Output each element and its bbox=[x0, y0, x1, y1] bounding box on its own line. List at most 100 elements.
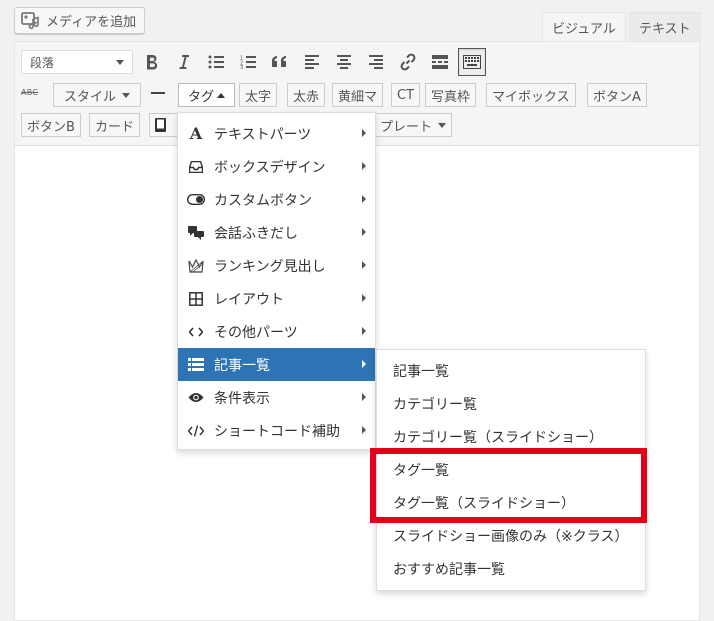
menu-item-custom-button[interactable]: カスタムボタン bbox=[178, 183, 375, 216]
template-dropdown-label: プレート bbox=[380, 119, 433, 135]
numbered-list-icon: 123 bbox=[240, 56, 256, 69]
tab-visual[interactable]: ビジュアル bbox=[542, 12, 626, 42]
strikethrough-button[interactable]: ABC bbox=[21, 88, 38, 97]
italic-icon bbox=[179, 55, 189, 69]
align-left-icon bbox=[305, 55, 319, 69]
quicktag-label: ボタンA bbox=[593, 89, 641, 105]
submenu-item-label: 記事一覧 bbox=[393, 363, 449, 380]
bold-button[interactable] bbox=[138, 48, 166, 76]
quicktag-label: CT bbox=[397, 87, 415, 103]
menu-item-label: その他パーツ bbox=[214, 324, 298, 341]
quicktag-ct[interactable]: CT bbox=[391, 83, 421, 107]
format-select[interactable]: 段落 bbox=[21, 50, 133, 74]
tag-dropdown-label: タグ bbox=[187, 89, 214, 105]
tag-dropdown[interactable]: タグ bbox=[178, 83, 235, 107]
menu-item-label: ボックスデザイン bbox=[214, 159, 326, 176]
blockquote-icon bbox=[272, 56, 286, 67]
menu-item-ranking-heading[interactable]: ランキング見出し bbox=[178, 249, 375, 282]
chevron-right-icon bbox=[362, 426, 366, 434]
style-dropdown-label: スタイル bbox=[63, 89, 116, 105]
menu-item-label: ランキング見出し bbox=[214, 258, 326, 275]
horizontal-rule-button[interactable] bbox=[151, 92, 165, 94]
chevron-up-icon bbox=[217, 92, 225, 98]
tag-dropdown-menu: A テキストパーツ ボックスデザイン カスタムボタン 会話ふきだし ランキング見… bbox=[177, 112, 376, 450]
tab-text[interactable]: テキスト bbox=[629, 12, 701, 41]
submenu-item-category-list[interactable]: カテゴリー覧 bbox=[377, 387, 645, 420]
quicktag-label: マイボックス bbox=[492, 89, 570, 105]
quicktag-label: 写真枠 bbox=[431, 89, 471, 105]
comments-icon bbox=[178, 225, 214, 240]
align-center-icon bbox=[337, 55, 351, 69]
menu-item-text-parts[interactable]: A テキストパーツ bbox=[178, 117, 375, 150]
bullet-list-button[interactable] bbox=[202, 48, 230, 76]
menu-item-post-list[interactable]: 記事一覧 bbox=[178, 348, 375, 381]
submenu-item-slideshow-images[interactable]: スライドショー画像のみ（※クラス） bbox=[377, 519, 645, 552]
list-icon bbox=[178, 358, 214, 371]
menu-item-label: ショートコード補助 bbox=[214, 423, 340, 440]
tab-visual-label: ビジュアル bbox=[552, 22, 616, 37]
numbered-list-button[interactable]: 123 bbox=[234, 48, 262, 76]
template-dropdown[interactable]: プレート bbox=[365, 113, 453, 137]
quicktag-button-a[interactable]: ボタンA bbox=[587, 83, 647, 107]
quicktag-my-box[interactable]: マイボックス bbox=[486, 83, 576, 107]
submenu-item-post-list[interactable]: 記事一覧 bbox=[377, 354, 645, 387]
add-media-label: メディアを追加 bbox=[46, 15, 137, 30]
media-icon bbox=[21, 11, 41, 30]
align-right-button[interactable] bbox=[362, 48, 390, 76]
more-tag-icon bbox=[432, 55, 448, 69]
format-select-value: 段落 bbox=[30, 55, 55, 70]
highlight-box bbox=[370, 448, 647, 523]
code-icon bbox=[178, 326, 214, 337]
menu-item-shortcode-helper[interactable]: ショートコード補助 bbox=[178, 414, 375, 447]
toggle-icon bbox=[178, 194, 214, 205]
quicktag-book[interactable] bbox=[149, 113, 179, 137]
quicktag-button-b[interactable]: ボタンB bbox=[21, 113, 81, 137]
quicktag-card[interactable]: カード bbox=[89, 113, 141, 137]
link-button[interactable] bbox=[394, 48, 422, 76]
toolbar-toggle-button[interactable] bbox=[458, 48, 486, 76]
grid-icon bbox=[178, 291, 214, 306]
chevron-down-icon bbox=[116, 59, 124, 65]
menu-item-label: カスタムボタン bbox=[214, 192, 312, 209]
eye-icon bbox=[178, 392, 214, 403]
menu-item-label: 会話ふきだし bbox=[214, 225, 298, 242]
inbox-icon bbox=[178, 160, 214, 173]
quicktag-label: 太字 bbox=[245, 89, 272, 105]
menu-item-label: 条件表示 bbox=[214, 390, 270, 407]
menu-item-conditional-display[interactable]: 条件表示 bbox=[178, 381, 375, 414]
menu-item-other-parts[interactable]: その他パーツ bbox=[178, 315, 375, 348]
italic-button[interactable] bbox=[170, 48, 198, 76]
quicktag-label: カード bbox=[95, 119, 135, 135]
submenu-item-label: おすすめ記事一覧 bbox=[393, 561, 505, 578]
quicktag-bold-red[interactable]: 太赤 bbox=[287, 83, 326, 107]
more-tag-button[interactable] bbox=[426, 48, 454, 76]
chevron-down-icon bbox=[438, 122, 447, 128]
quicktag-bold[interactable]: 太字 bbox=[239, 83, 278, 107]
link-icon bbox=[400, 53, 416, 71]
tab-text-label: テキスト bbox=[639, 21, 691, 37]
align-center-button[interactable] bbox=[330, 48, 358, 76]
bold-icon bbox=[147, 55, 158, 70]
menu-item-layout[interactable]: レイアウト bbox=[178, 282, 375, 315]
chevron-right-icon bbox=[362, 162, 366, 170]
menu-item-speech-bubble[interactable]: 会話ふきだし bbox=[178, 216, 375, 249]
menu-item-label: レイアウト bbox=[214, 291, 284, 308]
crown-icon bbox=[178, 258, 214, 273]
align-left-button[interactable] bbox=[298, 48, 326, 76]
add-media-button[interactable]: メディアを追加 bbox=[14, 7, 145, 34]
submenu-item-recommended-posts[interactable]: おすすめ記事一覧 bbox=[377, 552, 645, 585]
font-icon: A bbox=[189, 124, 203, 143]
book-icon bbox=[155, 118, 166, 132]
menu-item-box-design[interactable]: ボックスデザイン bbox=[178, 150, 375, 183]
blockquote-button[interactable] bbox=[266, 48, 294, 76]
submenu-item-label: カテゴリー覧（スライドショー） bbox=[393, 429, 603, 446]
quicktag-yellow-marker[interactable]: 黄細マ bbox=[332, 83, 384, 107]
submenu-item-label: スライドショー画像のみ（※クラス） bbox=[393, 528, 629, 545]
strikethrough-label: ABC bbox=[21, 88, 39, 97]
chevron-right-icon bbox=[362, 393, 366, 401]
style-dropdown[interactable]: スタイル bbox=[53, 83, 141, 107]
quicktag-photo-frame[interactable]: 写真枠 bbox=[425, 83, 477, 107]
chevron-right-icon bbox=[362, 261, 366, 269]
chevron-right-icon bbox=[362, 360, 366, 368]
chevron-right-icon bbox=[362, 294, 366, 302]
